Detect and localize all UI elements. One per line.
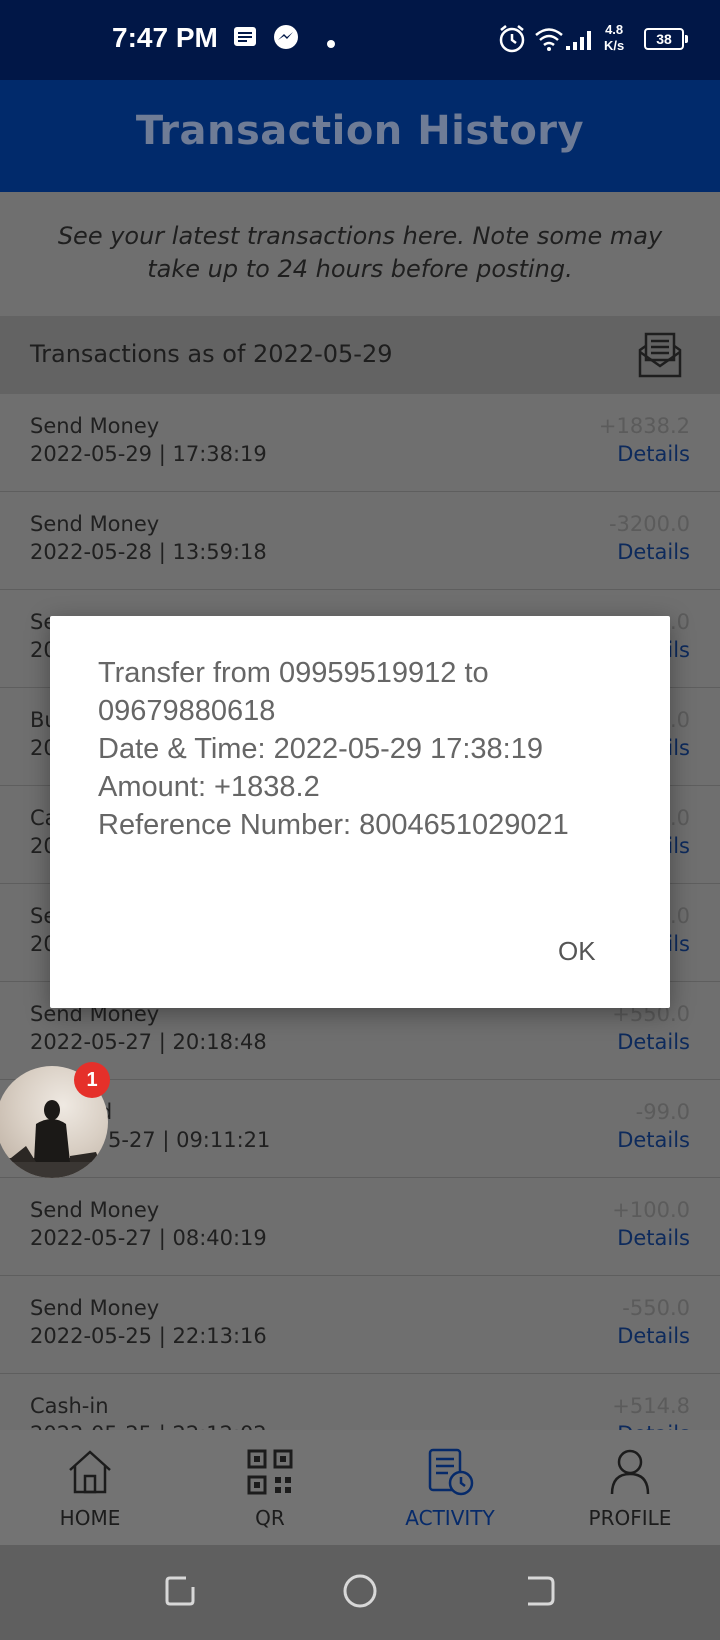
list-item[interactable]: Send Money 2022-05-27 | 08:40:19 +100.0 …: [0, 1178, 720, 1276]
transaction-amount: +1838.2: [598, 414, 690, 438]
message-icon: [232, 24, 258, 54]
home-button-icon[interactable]: [342, 1573, 378, 1613]
statement-icon[interactable]: [636, 330, 684, 384]
nav-qr[interactable]: QR: [180, 1430, 360, 1545]
bottom-nav: HOME QR ACTIVITY PROFILE: [0, 1430, 720, 1545]
intro-text: See your latest transactions here. Note …: [57, 222, 663, 283]
list-item[interactable]: Send Money 2022-05-28 | 13:59:18 -3200.0…: [0, 492, 720, 590]
transaction-title: Send Money: [30, 512, 160, 536]
list-item[interactable]: Cash-in 2022-05-25 | 22:12:02 +514.8 Det…: [0, 1374, 720, 1430]
transaction-title: Send Money: [30, 414, 160, 438]
battery-icon: 38: [644, 28, 688, 50]
transaction-datetime: 2022-05-25 | 22:12:02: [30, 1422, 267, 1430]
intro-banner: See your latest transactions here. Note …: [0, 192, 720, 316]
details-link[interactable]: Details: [617, 1030, 690, 1054]
dialog-datetime-line: Date & Time: 2022-05-29 17:38:19: [98, 733, 543, 765]
transaction-amount: .0: [669, 708, 690, 732]
dot-icon: [326, 34, 336, 53]
details-link[interactable]: Details: [617, 442, 690, 466]
activity-icon: [424, 1446, 476, 1498]
list-item[interactable]: Send Money 2022-05-25 | 22:13:16 -550.0 …: [0, 1276, 720, 1374]
list-header-label: Transactions as of 2022-05-29: [30, 340, 393, 368]
nav-activity[interactable]: ACTIVITY: [360, 1430, 540, 1545]
network-speed-value: 4.8: [605, 22, 624, 37]
page-title: Transaction History: [135, 108, 585, 154]
details-link[interactable]: Details: [617, 1422, 690, 1430]
nav-home[interactable]: HOME: [0, 1430, 180, 1545]
messenger-icon: [272, 24, 300, 56]
network-speed: 4.8 K/s: [604, 22, 624, 54]
dialog-transfer-line: Transfer from 09959519912 to: [98, 657, 489, 689]
details-link[interactable]: Details: [617, 1324, 690, 1348]
transaction-dialog: Transfer from 09959519912 to 09679880618…: [50, 616, 670, 1008]
recent-apps-icon[interactable]: [162, 1573, 198, 1613]
transaction-datetime: 2022-05-28 | 13:59:18: [30, 540, 267, 564]
details-link[interactable]: Details: [617, 540, 690, 564]
transaction-title: Send Money: [30, 1296, 160, 1320]
nav-profile-label: PROFILE: [588, 1506, 672, 1530]
app-bar: Transaction History: [0, 80, 720, 192]
system-nav-bar: [0, 1545, 720, 1640]
transaction-title: Cash-in: [30, 1394, 109, 1418]
alarm-icon: [498, 24, 526, 58]
dialog-message: Transfer from 09959519912 to 09679880618…: [98, 654, 638, 844]
transaction-amount: +100.0: [612, 1198, 690, 1222]
transaction-title: Send Money: [30, 1198, 160, 1222]
wifi-icon: [534, 26, 564, 56]
transaction-datetime: 2022-05-27 | 20:18:48: [30, 1030, 267, 1054]
profile-icon: [604, 1446, 656, 1498]
home-icon: [64, 1446, 116, 1498]
nav-qr-label: QR: [255, 1506, 285, 1530]
transaction-amount: -3200.0: [608, 512, 690, 536]
list-item[interactable]: ad 5-27 | 09:11:21 -99.0 Details: [0, 1080, 720, 1178]
transaction-amount: .0: [669, 806, 690, 830]
list-header: Transactions as of 2022-05-29: [0, 316, 720, 394]
network-speed-unit: K/s: [604, 38, 625, 53]
notification-badge: 1: [74, 1062, 110, 1098]
transaction-amount: -99.0: [635, 1100, 690, 1124]
list-item[interactable]: Send Money 2022-05-29 | 17:38:19 +1838.2…: [0, 394, 720, 492]
transaction-amount: .0: [669, 904, 690, 928]
transaction-amount: -550.0: [622, 1296, 690, 1320]
transaction-amount: .0: [669, 610, 690, 634]
nav-home-label: HOME: [59, 1506, 121, 1530]
nav-profile[interactable]: PROFILE: [540, 1430, 720, 1545]
details-link[interactable]: Details: [617, 1128, 690, 1152]
status-bar: 7:47 PM 4.8 K/s 38: [0, 0, 720, 80]
transaction-datetime: 5-27 | 09:11:21: [108, 1128, 271, 1152]
nav-activity-label: ACTIVITY: [405, 1506, 495, 1530]
details-link[interactable]: Details: [617, 1226, 690, 1250]
dialog-amount-line: Amount: +1838.2: [98, 771, 320, 803]
transaction-amount: +514.8: [612, 1394, 690, 1418]
signal-icon: [566, 26, 598, 56]
status-time: 7:47 PM: [112, 22, 218, 53]
transaction-datetime: 2022-05-27 | 08:40:19: [30, 1226, 267, 1250]
dialog-reference-line: Reference Number: 8004651029021: [98, 809, 569, 841]
qr-icon: [244, 1446, 296, 1498]
dialog-recipient-line: 09679880618: [98, 695, 276, 727]
ok-button[interactable]: OK: [550, 932, 604, 971]
back-icon[interactable]: [522, 1573, 558, 1613]
transaction-datetime: 2022-05-25 | 22:13:16: [30, 1324, 267, 1348]
transaction-datetime: 2022-05-29 | 17:38:19: [30, 442, 267, 466]
